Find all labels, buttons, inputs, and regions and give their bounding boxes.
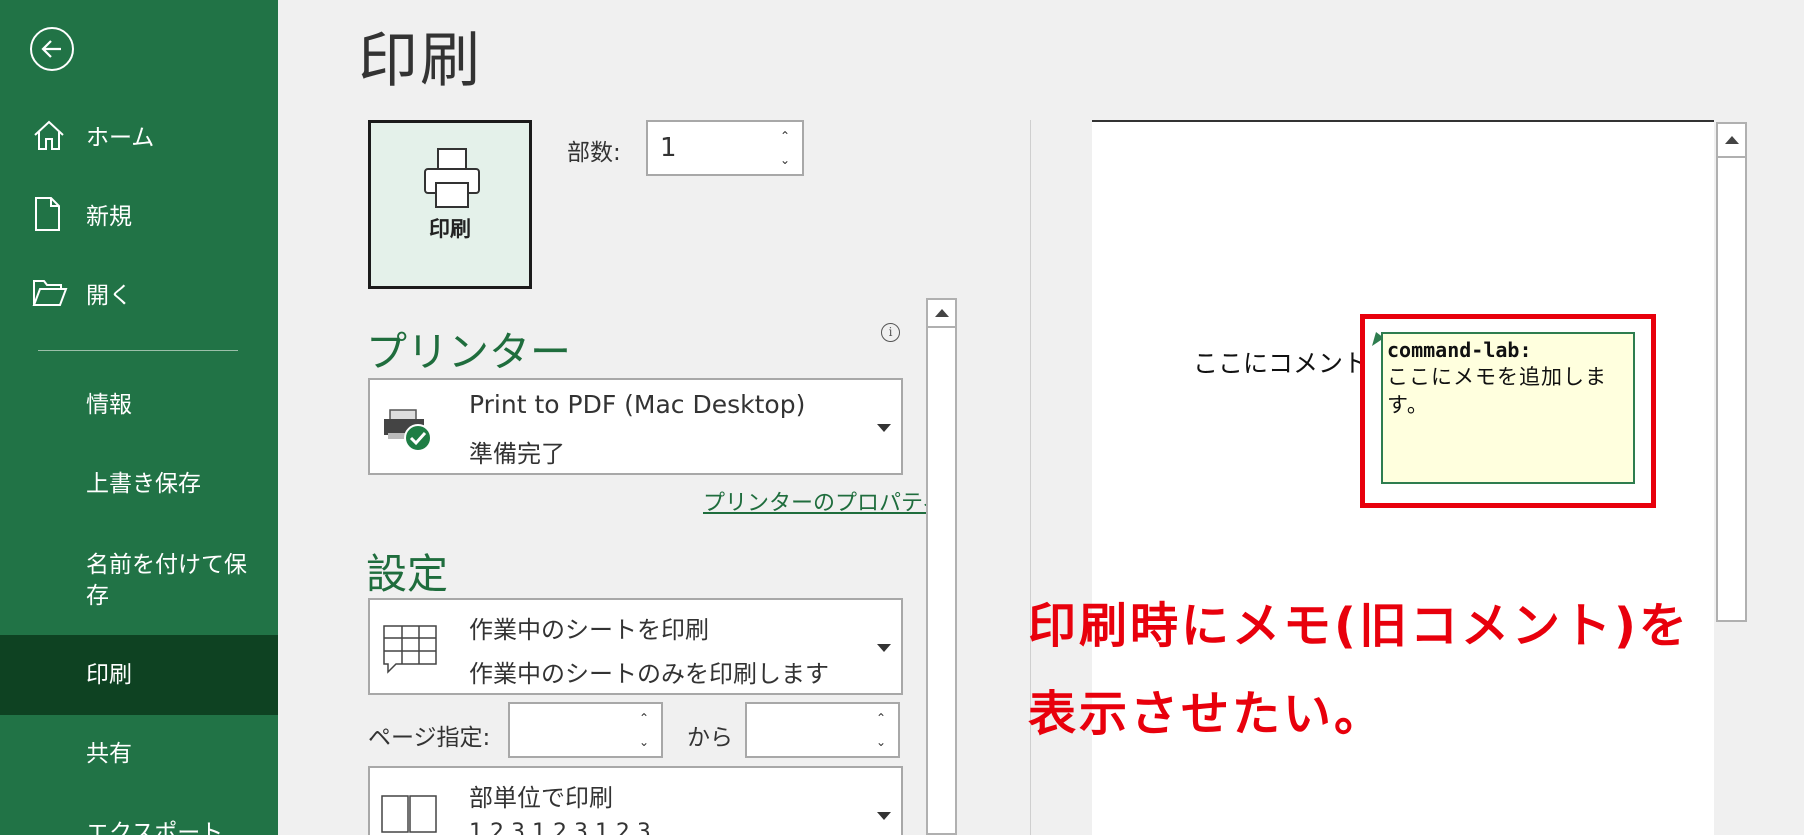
nav-new-label: 新規	[86, 204, 132, 230]
comment-text: ここにメモを追加します。	[1387, 365, 1607, 417]
page-from-spinner[interactable]: ⌃ ⌄	[633, 706, 655, 754]
page-from-input[interactable]: ⌃ ⌄	[508, 702, 663, 758]
nav-new[interactable]: 新規	[0, 185, 278, 243]
settings-scrollbar[interactable]	[926, 298, 957, 835]
nav-print[interactable]: 印刷	[86, 660, 256, 691]
comment-author: command-lab:	[1387, 338, 1532, 362]
dropdown-arrow-icon	[877, 424, 891, 432]
scroll-up-button[interactable]	[1718, 124, 1745, 158]
sidebar: ホーム 新規 開く 情報 上書き保存 名前を付けて保存 印刷 共有 エクスポート	[0, 0, 278, 835]
printer-heading: プリンター	[366, 328, 571, 376]
info-icon[interactable]: i	[881, 323, 900, 342]
annotation-text: 印刷時にメモ(旧コメント)を 表示させたい。	[1028, 582, 1728, 758]
copies-spinner[interactable]: ⌃ ⌄	[774, 124, 796, 172]
back-button[interactable]	[30, 27, 74, 71]
chevron-up-icon[interactable]: ⌃	[633, 706, 655, 730]
nav-divider	[38, 350, 238, 351]
page-to-spinner[interactable]: ⌃ ⌄	[870, 706, 892, 754]
printer-ready-icon	[384, 409, 432, 452]
chevron-up-icon[interactable]: ⌃	[774, 124, 796, 148]
collate-dropdown[interactable]: 部単位で印刷 1,2,3 1,2,3 1,2,3	[368, 766, 903, 835]
printer-properties-link[interactable]: プリンターのプロパティ	[703, 485, 944, 517]
comment-note: command-lab: ここにメモを追加します。	[1381, 332, 1635, 484]
nav-save-as[interactable]: 名前を付けて保存	[86, 550, 256, 612]
nav-home[interactable]: ホーム	[0, 106, 278, 164]
copies-value: 1	[660, 133, 677, 163]
annotation-line-1: 印刷時にメモ(旧コメント)を	[1028, 598, 1690, 654]
sheet-grid-icon	[383, 625, 437, 674]
printer-status: 準備完了	[469, 440, 565, 468]
page-title: 印刷	[358, 26, 482, 96]
annotation-line-2: 表示させたい。	[1028, 686, 1386, 742]
dropdown-arrow-icon	[877, 644, 891, 652]
pages-label: ページ指定:	[368, 725, 491, 751]
collate-title: 部単位で印刷	[469, 784, 613, 812]
chevron-down-icon[interactable]: ⌄	[774, 148, 796, 172]
nav-open[interactable]: 開く	[0, 264, 278, 322]
caret-up-icon	[1725, 136, 1739, 144]
from-label: から	[687, 725, 733, 751]
copies-input[interactable]: 1 ⌃ ⌄	[646, 120, 804, 176]
collate-icon	[381, 795, 437, 833]
print-scope-dropdown[interactable]: 作業中のシートを印刷 作業中のシートのみを印刷します	[368, 598, 903, 695]
chevron-up-icon[interactable]: ⌃	[870, 706, 892, 730]
printer-name: Print to PDF (Mac Desktop)	[469, 390, 806, 419]
nav-home-label: ホーム	[86, 125, 155, 151]
dropdown-arrow-icon	[877, 812, 891, 820]
home-icon	[32, 115, 86, 155]
nav-save[interactable]: 上書き保存	[86, 469, 256, 500]
document-icon	[32, 194, 86, 234]
nav-share[interactable]: 共有	[86, 739, 256, 770]
folder-open-icon	[32, 273, 86, 313]
chevron-down-icon[interactable]: ⌄	[633, 730, 655, 754]
page-to-input[interactable]: ⌃ ⌄	[745, 702, 900, 758]
printer-dropdown[interactable]: Print to PDF (Mac Desktop) 準備完了	[368, 378, 903, 475]
print-scope-title: 作業中のシートを印刷	[469, 616, 709, 644]
preview-cell-text: ここにコメント	[1193, 349, 1369, 378]
preview-scrollbar[interactable]	[1716, 122, 1747, 622]
printer-icon	[424, 148, 480, 208]
copies-label: 部数:	[567, 140, 621, 166]
print-scope-desc: 作業中のシートのみを印刷します	[469, 660, 829, 688]
arrow-left-icon	[41, 40, 61, 58]
settings-heading: 設定	[366, 550, 448, 598]
scroll-up-button[interactable]	[928, 300, 955, 328]
nav-export[interactable]: エクスポート	[86, 818, 256, 835]
nav-open-label: 開く	[86, 283, 132, 309]
collate-desc: 1,2,3 1,2,3 1,2,3	[469, 820, 651, 835]
chevron-down-icon[interactable]: ⌄	[870, 730, 892, 754]
print-button[interactable]: 印刷	[368, 120, 532, 289]
caret-up-icon	[935, 309, 949, 317]
print-button-label: 印刷	[429, 217, 471, 241]
nav-info[interactable]: 情報	[86, 390, 256, 421]
